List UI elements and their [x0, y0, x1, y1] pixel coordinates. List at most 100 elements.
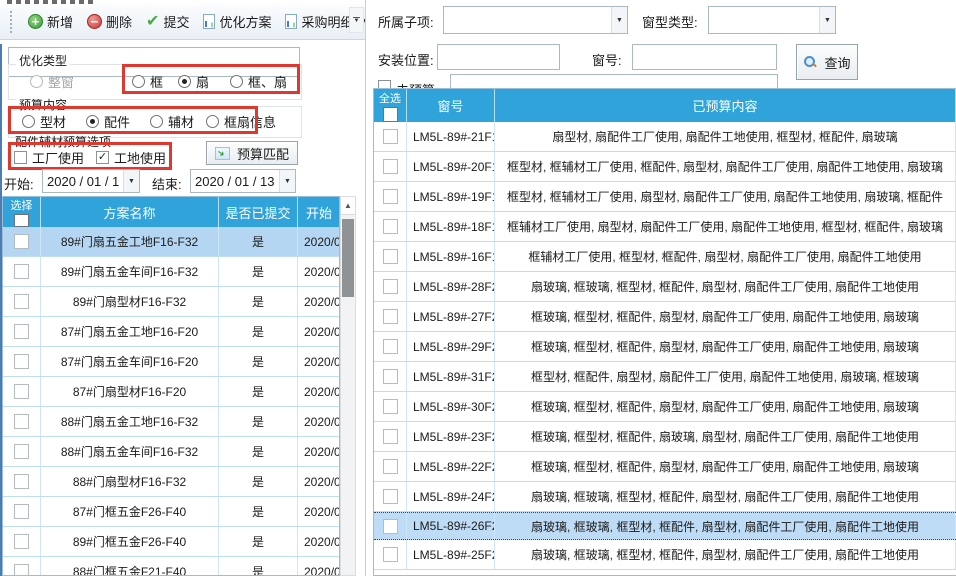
date-start-picker[interactable]: 2020 / 01 / 1 ▼ [42, 169, 140, 193]
table-row[interactable]: 88#门扇五金车间F16-F32是2020/0 [3, 437, 339, 467]
window-type-select[interactable]: ▼ [708, 6, 836, 34]
chevron-down-icon[interactable]: ▼ [279, 170, 295, 192]
table-row[interactable]: 88#门扇五金工地F16-F32是2020/0 [3, 407, 339, 437]
table-row[interactable]: 87#门扇型材F16-F20是2020/0 [3, 377, 339, 407]
row-select-cell[interactable] [374, 362, 407, 391]
query-button[interactable]: 查询 [796, 44, 858, 80]
row-checkbox[interactable] [383, 459, 398, 474]
row-checkbox[interactable] [14, 264, 29, 279]
row-checkbox[interactable] [14, 384, 29, 399]
row-select-cell[interactable] [3, 347, 41, 376]
table-row[interactable]: 88#门框五金F21-F40是2020/0 [3, 557, 339, 576]
table-row[interactable]: LM5L-89#-30F28框玻璃, 框型材, 框配件, 扇型材, 扇配件工厂使… [374, 392, 956, 422]
row-checkbox[interactable] [14, 354, 29, 369]
sub-item-select[interactable]: ▼ [443, 6, 628, 34]
chevron-down-icon[interactable]: ▼ [611, 7, 627, 33]
table-row[interactable]: 87#门扇五金车间F16-F20是2020/0 [3, 347, 339, 377]
table-row[interactable]: 89#门扇五金车间F16-F32是2020/0 [3, 257, 339, 287]
row-checkbox[interactable] [14, 294, 29, 309]
radio-budget-content-0[interactable]: 型材 [22, 112, 66, 131]
row-select-cell[interactable] [374, 272, 407, 301]
row-select-cell[interactable] [374, 242, 407, 271]
row-checkbox[interactable] [383, 129, 398, 144]
table-row[interactable]: LM5L-89#-26F24扇玻璃, 框玻璃, 框型材, 框配件, 扇型材, 扇… [374, 512, 956, 540]
row-checkbox[interactable] [14, 414, 29, 429]
row-select-cell[interactable] [374, 122, 407, 151]
radio-budget-content-1[interactable]: 配件 [86, 112, 130, 131]
row-select-cell[interactable] [374, 452, 407, 481]
toolbar-grip[interactable] [10, 11, 12, 33]
row-checkbox[interactable] [383, 429, 398, 444]
table-row[interactable]: LM5L-89#-24F22扇玻璃, 框玻璃, 框型材, 框配件, 扇型材, 扇… [374, 482, 956, 512]
radio-optimize-type-2[interactable]: 扇 [178, 72, 209, 91]
table-row[interactable]: LM5L-89#-21F19扇型材, 扇配件工厂使用, 扇配件工地使用, 框型材… [374, 122, 956, 152]
row-checkbox[interactable] [383, 279, 398, 294]
radio-optimize-type-3[interactable]: 框、扇 [230, 72, 287, 91]
scroll-up-icon[interactable]: ▲ [341, 197, 355, 215]
checkbox-accessory-1[interactable]: ✓工地使用 [96, 148, 166, 167]
table-row[interactable]: LM5L-89#-22F20框玻璃, 框型材, 框配件, 扇型材, 扇配件工厂使… [374, 452, 956, 482]
toolbar-overflow-button[interactable]: ▼ [349, 7, 364, 33]
row-select-cell[interactable] [374, 482, 407, 511]
row-select-cell[interactable] [3, 377, 41, 406]
checkbox-accessory-0[interactable]: 工厂使用 [14, 148, 84, 167]
row-checkbox[interactable] [383, 547, 398, 562]
scrollbar-thumb[interactable] [342, 219, 354, 297]
optimize-plan-button[interactable]: 优化方案 [198, 9, 276, 34]
row-select-cell[interactable] [374, 302, 407, 331]
row-select-cell[interactable] [374, 152, 407, 181]
row-select-cell[interactable] [3, 497, 41, 526]
add-button[interactable]: +新增 [23, 9, 78, 34]
table-row[interactable]: 89#门扇五金工地F16-F32是2020/0 [3, 227, 339, 257]
plan-table-scrollbar[interactable]: ▲ [340, 196, 356, 576]
install-location-input[interactable] [437, 44, 560, 70]
table-row[interactable]: 89#门框五金F26-F40是2020/0 [3, 527, 339, 557]
row-checkbox[interactable] [14, 564, 29, 576]
row-select-cell[interactable] [3, 317, 41, 346]
row-checkbox[interactable] [383, 369, 398, 384]
radio-budget-content-2[interactable]: 辅材 [150, 112, 194, 131]
window-no-input[interactable] [632, 44, 777, 70]
table-row[interactable]: LM5L-89#-28F26扇玻璃, 框玻璃, 框型材, 框配件, 扇型材, 扇… [374, 272, 956, 302]
row-select-cell[interactable] [374, 332, 407, 361]
row-select-cell[interactable] [374, 540, 407, 569]
date-end-picker[interactable]: 2020 / 01 / 13 ▼ [190, 169, 296, 193]
submit-button[interactable]: ✔提交 [141, 9, 194, 34]
table-row[interactable]: 89#门扇型材F16-F32是2020/0 [3, 287, 339, 317]
delete-button[interactable]: −删除 [82, 9, 137, 34]
row-select-cell[interactable] [3, 257, 41, 286]
chevron-down-icon[interactable]: ▼ [819, 7, 835, 33]
row-select-cell[interactable] [3, 467, 41, 496]
row-select-cell[interactable] [3, 287, 41, 316]
chevron-down-icon[interactable]: ▼ [123, 170, 139, 192]
row-checkbox[interactable] [383, 339, 398, 354]
row-select-cell[interactable] [374, 182, 407, 211]
row-select-cell[interactable] [3, 227, 41, 256]
row-select-cell[interactable] [374, 422, 407, 451]
row-checkbox[interactable] [14, 444, 29, 459]
row-checkbox[interactable] [383, 309, 398, 324]
table-row[interactable]: 87#门框五金F26-F40是2020/0 [3, 497, 339, 527]
row-checkbox[interactable] [383, 399, 398, 414]
table-row[interactable]: LM5L-89#-19F17框型材, 框辅材工厂使用, 扇型材, 扇配件工厂使用… [374, 182, 956, 212]
table-row[interactable]: 88#门扇型材F16-F32是2020/0 [3, 467, 339, 497]
radio-optimize-type-0[interactable]: 整窗 [30, 72, 74, 91]
table-row[interactable]: LM5L-89#-18F16框辅材工厂使用, 扇型材, 扇配件工厂使用, 扇配件… [374, 212, 956, 242]
row-checkbox[interactable] [14, 504, 29, 519]
radio-budget-content-3[interactable]: 框扇信息 [206, 112, 276, 131]
table-row[interactable]: LM5L-89#-29F27框玻璃, 框型材, 框配件, 扇型材, 扇配件工厂使… [374, 332, 956, 362]
select-all-checkbox[interactable] [383, 107, 398, 122]
row-checkbox[interactable] [383, 489, 398, 504]
row-checkbox[interactable] [383, 159, 398, 174]
row-select-cell[interactable] [374, 513, 407, 539]
table-row[interactable]: LM5L-89#-25F23扇玻璃, 框玻璃, 框型材, 框配件, 扇型材, 扇… [374, 540, 956, 570]
table-row[interactable]: LM5L-89#-23F21框玻璃, 框型材, 框配件, 扇玻璃, 扇型材, 扇… [374, 422, 956, 452]
row-checkbox[interactable] [14, 324, 29, 339]
row-checkbox[interactable] [383, 219, 398, 234]
table-row[interactable]: LM5L-89#-20F18框型材, 框辅材工厂使用, 框配件, 扇型材, 扇配… [374, 152, 956, 182]
row-checkbox[interactable] [14, 234, 29, 249]
budget-match-button[interactable]: 预算匹配 [206, 141, 298, 165]
row-select-cell[interactable] [3, 527, 41, 556]
row-checkbox[interactable] [14, 474, 29, 489]
select-all-checkbox[interactable] [14, 214, 29, 227]
